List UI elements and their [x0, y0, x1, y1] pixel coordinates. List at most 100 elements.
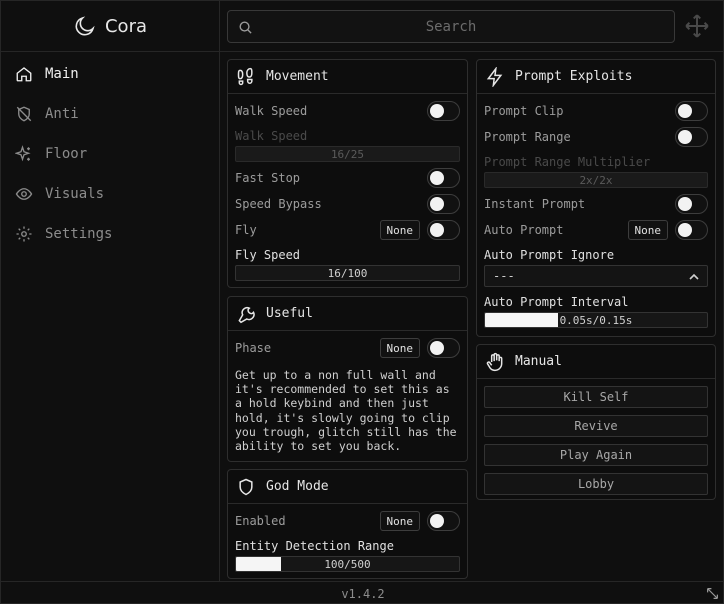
phase-toggle[interactable]	[427, 338, 460, 358]
auto-prompt-label: Auto Prompt	[484, 223, 564, 237]
phase-row: Phase None	[235, 338, 460, 358]
resize-icon[interactable]	[706, 587, 719, 600]
auto-prompt-keybind-button[interactable]: None	[627, 220, 668, 240]
slider-fill	[236, 557, 281, 571]
move-icon[interactable]	[684, 13, 710, 39]
multiplier-label: Prompt Range Multiplier	[484, 155, 651, 169]
god-mode-keybind-button[interactable]: None	[379, 511, 420, 531]
sidebar-item-main[interactable]: Main	[1, 54, 219, 94]
slider-fill	[485, 313, 559, 327]
card-header: God Mode	[228, 470, 467, 504]
sidebar-item-anti[interactable]: Anti	[1, 94, 219, 134]
brand: Cora	[1, 1, 219, 52]
fast-stop-row: Fast Stop	[235, 168, 460, 188]
god-mode-card: God Mode Enabled None Entity Detection R…	[227, 469, 468, 579]
auto-prompt-ignore-dropdown[interactable]: ---	[484, 265, 708, 287]
home-icon	[16, 67, 32, 82]
phase-description: Get up to a non full wall and it's recom…	[235, 368, 457, 454]
movement-card: Movement Walk Speed Walk Speed 16/25 Fas…	[227, 59, 468, 288]
auto-prompt-interval-label: Auto Prompt Interval	[484, 295, 629, 309]
multiplier-value: 2x/2x	[579, 173, 613, 187]
eye-icon	[15, 188, 33, 200]
sidebar-item-settings[interactable]: Settings	[1, 214, 219, 254]
chevron-up-icon	[689, 273, 699, 280]
card-header: Prompt Exploits	[477, 60, 715, 94]
fly-speed-slider[interactable]: 16/100	[235, 265, 460, 281]
play-again-button[interactable]: Play Again	[484, 444, 708, 466]
app-title: Cora	[104, 15, 147, 37]
speed-bypass-toggle[interactable]	[427, 194, 460, 214]
card-title: Useful	[266, 306, 313, 321]
sparkles-icon	[15, 145, 31, 162]
auto-prompt-toggle[interactable]	[675, 220, 708, 240]
walk-speed-value: 16/25	[330, 147, 365, 161]
enabled-label: Enabled	[235, 514, 286, 528]
fly-keybind-button[interactable]: None	[379, 220, 420, 240]
entity-range-label: Entity Detection Range	[235, 539, 394, 553]
instant-prompt-toggle[interactable]	[675, 194, 708, 214]
gear-icon	[16, 226, 32, 242]
footprints-icon	[237, 67, 253, 85]
multiplier-label-row: Prompt Range Multiplier	[484, 152, 708, 172]
walk-speed-label: Walk Speed	[235, 104, 308, 118]
fly-label: Fly	[235, 223, 257, 237]
phase-label: Phase	[235, 341, 272, 355]
hand-icon	[486, 352, 503, 371]
auto-prompt-ignore-label: Auto Prompt Ignore	[484, 248, 615, 262]
fast-stop-label: Fast Stop	[235, 171, 301, 185]
auto-prompt-interval-label-row: Auto Prompt Interval	[484, 292, 708, 312]
sidebar-item-visuals[interactable]: Visuals	[1, 174, 219, 214]
search-placeholder: Search	[425, 18, 477, 35]
prompt-range-label: Prompt Range	[484, 130, 571, 144]
phase-keybind-button[interactable]: None	[379, 338, 420, 358]
card-header: Manual	[477, 345, 715, 379]
entity-range-label-row: Entity Detection Range	[235, 536, 460, 556]
fly-speed-label: Fly Speed	[235, 248, 301, 262]
sidebar-item-label: Visuals	[45, 186, 105, 202]
walk-speed-row: Walk Speed	[235, 101, 460, 121]
fly-speed-value: 16/100	[327, 266, 368, 280]
auto-prompt-row: Auto Prompt None	[484, 220, 708, 240]
multiplier-slider[interactable]: 2x/2x	[484, 172, 708, 188]
speed-bypass-label: Speed Bypass	[235, 197, 322, 211]
top-bar: Search	[220, 1, 723, 52]
sidebar-item-label: Settings	[45, 226, 113, 242]
auto-prompt-interval-slider[interactable]: 0.05s/0.15s	[484, 312, 708, 328]
card-header: Movement	[228, 60, 467, 94]
sidebar: Cora Main Anti Floor Visuals Settings	[1, 1, 220, 581]
lobby-button[interactable]: Lobby	[484, 473, 708, 495]
kill-self-button[interactable]: Kill Self	[484, 386, 708, 408]
walk-speed-slider[interactable]: 16/25	[235, 146, 460, 162]
walk-speed-slider-label: Walk Speed	[235, 129, 308, 143]
search-input[interactable]: Search	[227, 10, 675, 43]
app-window: Cora Main Anti Floor Visuals Settings Se…	[0, 0, 724, 604]
card-title: God Mode	[266, 479, 329, 494]
lightning-icon	[486, 66, 503, 87]
card-title: Movement	[266, 69, 329, 84]
shield-off-icon	[16, 106, 32, 122]
prompt-range-toggle[interactable]	[675, 127, 708, 147]
prompt-clip-label: Prompt Clip	[484, 104, 564, 118]
auto-prompt-interval-value: 0.05s/0.15s	[559, 313, 633, 327]
sidebar-item-floor[interactable]: Floor	[1, 134, 219, 174]
fast-stop-toggle[interactable]	[427, 168, 460, 188]
walk-speed-toggle[interactable]	[427, 101, 460, 121]
walk-speed-slider-label-row: Walk Speed	[235, 126, 460, 146]
fly-toggle[interactable]	[427, 220, 460, 240]
useful-card: Useful Phase None Get up to a non full w…	[227, 296, 468, 462]
fly-row: Fly None	[235, 220, 460, 240]
card-header: Useful	[228, 297, 467, 331]
god-mode-toggle[interactable]	[427, 511, 460, 531]
auto-prompt-ignore-label-row: Auto Prompt Ignore	[484, 245, 708, 265]
prompt-clip-row: Prompt Clip	[484, 101, 708, 121]
sidebar-item-label: Anti	[45, 106, 79, 122]
revive-button[interactable]: Revive	[484, 415, 708, 437]
moon-icon	[75, 16, 95, 36]
entity-range-slider[interactable]: 100/500	[235, 556, 460, 572]
footer: v1.4.2	[1, 581, 723, 603]
shield-icon	[239, 478, 253, 495]
instant-prompt-row: Instant Prompt	[484, 194, 708, 214]
card-title: Prompt Exploits	[515, 69, 633, 84]
speed-bypass-row: Speed Bypass	[235, 194, 460, 214]
prompt-clip-toggle[interactable]	[675, 101, 708, 121]
